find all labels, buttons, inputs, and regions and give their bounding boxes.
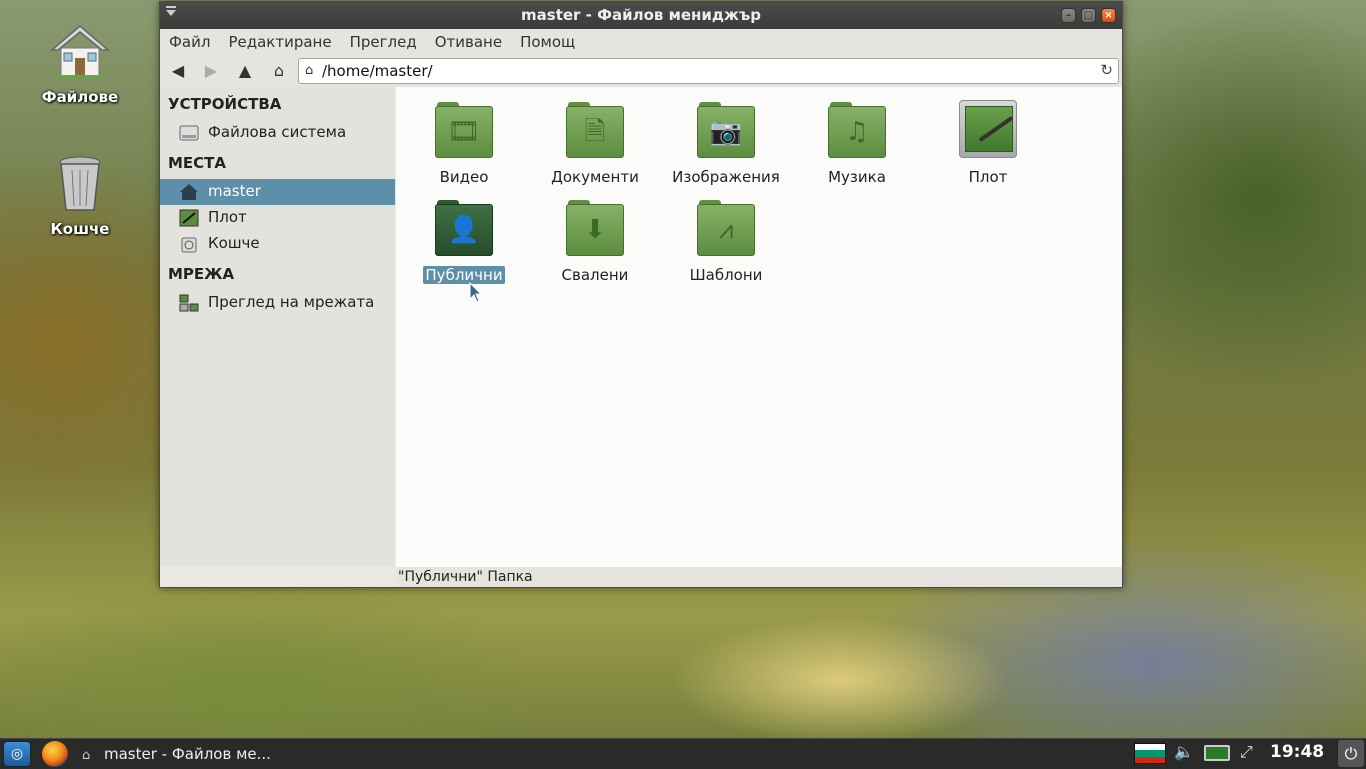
clock[interactable]: 19:48 [1270, 742, 1324, 762]
documents-folder-icon: 🗎 [566, 100, 624, 158]
file-item-downloads[interactable]: ⬇ Свалени [532, 198, 658, 284]
network-status-icon[interactable]: ⤢ [1240, 742, 1253, 762]
file-item-pictures[interactable]: 📷 Изображения [663, 100, 789, 186]
taskbar-window-button[interactable]: ⌂ master - Файлов ме... [78, 741, 278, 767]
menu-bar: Файл Редактиране Преглед Отиване Помощ [160, 29, 1122, 55]
file-manager-window: master - Файлов мениджър – □ × Файл Редак… [159, 1, 1123, 588]
desktop-icon-label: Кошче [50, 220, 110, 238]
home-icon [179, 183, 199, 201]
file-label: Публични [423, 266, 505, 284]
maximize-button[interactable]: □ [1081, 8, 1096, 23]
firefox-launcher-icon[interactable] [42, 741, 68, 767]
keyboard-layout-flag-icon[interactable] [1134, 743, 1166, 764]
taskbar-window-label: master - Файлов ме... [104, 745, 271, 763]
downloads-folder-icon: ⬇ [566, 198, 624, 256]
home-icon: ⌂ [273, 61, 285, 80]
video-folder-icon: 🎞 [435, 100, 493, 158]
forward-button[interactable]: ▶ [199, 60, 223, 82]
home-icon: ⌂ [305, 63, 314, 78]
sidebar-header-places: МЕСТА [168, 154, 227, 172]
location-path: /home/master/ [322, 62, 433, 80]
menu-edit[interactable]: Редактиране [219, 29, 340, 51]
trash-icon [48, 152, 112, 216]
public-folder-icon: 👤 [435, 198, 493, 256]
drive-icon [179, 124, 199, 142]
sidebar-item-desktop[interactable]: Плот [160, 205, 395, 231]
menu-logo-icon: ◎ [10, 746, 24, 762]
file-view[interactable]: 🎞 Видео 🗎 Документи 📷 Изображения ♫ Музи… [396, 87, 1122, 567]
taskbar: ◎ ⌂ master - Файлов ме... 🔈 ⤢ 19:48 ⏻ [0, 738, 1366, 769]
sidebar-item-label: Кошче [208, 234, 260, 252]
file-item-video[interactable]: 🎞 Видео [401, 100, 527, 186]
sidebar-item-master[interactable]: master [160, 179, 395, 205]
desktop-icon [179, 209, 199, 227]
arrow-right-icon: ▶ [204, 61, 218, 80]
desktop-icon-label: Файлове [41, 88, 119, 106]
sidebar: УСТРОЙСТВА Файлова система МЕСТА master … [160, 87, 395, 567]
location-bar[interactable]: ⌂ /home/master/ ↻ [298, 58, 1119, 84]
file-item-music[interactable]: ♫ Музика [794, 100, 920, 186]
mouse-cursor-icon [469, 282, 483, 303]
window-title: master - Файлов мениджър [521, 6, 761, 24]
desktop-icon-files[interactable]: Файлове [25, 20, 135, 106]
up-button[interactable]: ▲ [233, 60, 257, 82]
home-button[interactable]: ⌂ [267, 60, 291, 82]
desktop-icon-trash[interactable]: Кошче [25, 152, 135, 238]
file-item-desktop[interactable]: Плот [925, 100, 1051, 186]
menu-view[interactable]: Преглед [341, 29, 426, 51]
menu-help[interactable]: Помощ [511, 29, 584, 51]
power-button[interactable]: ⏻ [1338, 740, 1364, 767]
file-label: Плот [968, 168, 1008, 186]
file-item-documents[interactable]: 🗎 Документи [532, 100, 658, 186]
arrow-left-icon: ◀ [171, 61, 185, 80]
toolbar: ◀ ▶ ▲ ⌂ ⌂ /home/master/ ↻ [160, 55, 1122, 87]
start-menu-button[interactable]: ◎ [3, 741, 31, 767]
file-label: Изображения [672, 168, 780, 186]
sidebar-header-devices: УСТРОЙСТВА [168, 95, 282, 113]
minimize-button[interactable]: – [1061, 8, 1076, 23]
network-icon [179, 294, 199, 312]
status-bar: "Публични" Папка [396, 567, 1122, 587]
sidebar-item-label: Файлова система [208, 123, 347, 141]
music-folder-icon: ♫ [828, 100, 886, 158]
file-label: Музика [828, 168, 886, 186]
sidebar-item-label: Преглед на мрежата [208, 293, 375, 311]
sidebar-item-network[interactable]: Преглед на мрежата [160, 290, 395, 316]
file-item-public[interactable]: 👤 Публични [401, 198, 527, 284]
sidebar-item-label: master [208, 182, 261, 200]
menu-go[interactable]: Отиване [426, 29, 511, 51]
status-text: "Публични" Папка [398, 569, 533, 585]
sidebar-item-filesystem[interactable]: Файлова система [160, 120, 395, 146]
file-label: Видео [439, 168, 489, 186]
file-label: Шаблони [689, 266, 763, 284]
power-icon: ⏻ [1344, 744, 1358, 763]
menu-file[interactable]: Файл [160, 29, 219, 51]
title-bar[interactable]: master - Файлов мениджър – □ × [160, 2, 1122, 29]
trash-icon [179, 235, 199, 253]
file-label: Свалени [561, 266, 629, 284]
home-folder-icon [48, 20, 112, 84]
sidebar-item-trash[interactable]: Кошче [160, 231, 395, 257]
sidebar-item-label: Плот [208, 208, 247, 226]
sidebar-header-network: МРЕЖА [168, 265, 235, 283]
templates-folder-icon: ⩘ [697, 198, 755, 256]
reload-icon[interactable]: ↻ [1100, 61, 1113, 79]
home-icon: ⌂ [82, 748, 91, 763]
battery-icon[interactable] [1204, 745, 1230, 761]
file-item-templates[interactable]: ⩘ Шаблони [663, 198, 789, 284]
arrow-up-icon: ▲ [238, 61, 252, 80]
desktop-icon [959, 100, 1017, 158]
file-label: Документи [551, 168, 639, 186]
pictures-folder-icon: 📷 [697, 100, 755, 158]
back-button[interactable]: ◀ [166, 60, 190, 82]
close-button[interactable]: × [1101, 8, 1116, 23]
volume-icon[interactable]: 🔈 [1174, 742, 1194, 761]
